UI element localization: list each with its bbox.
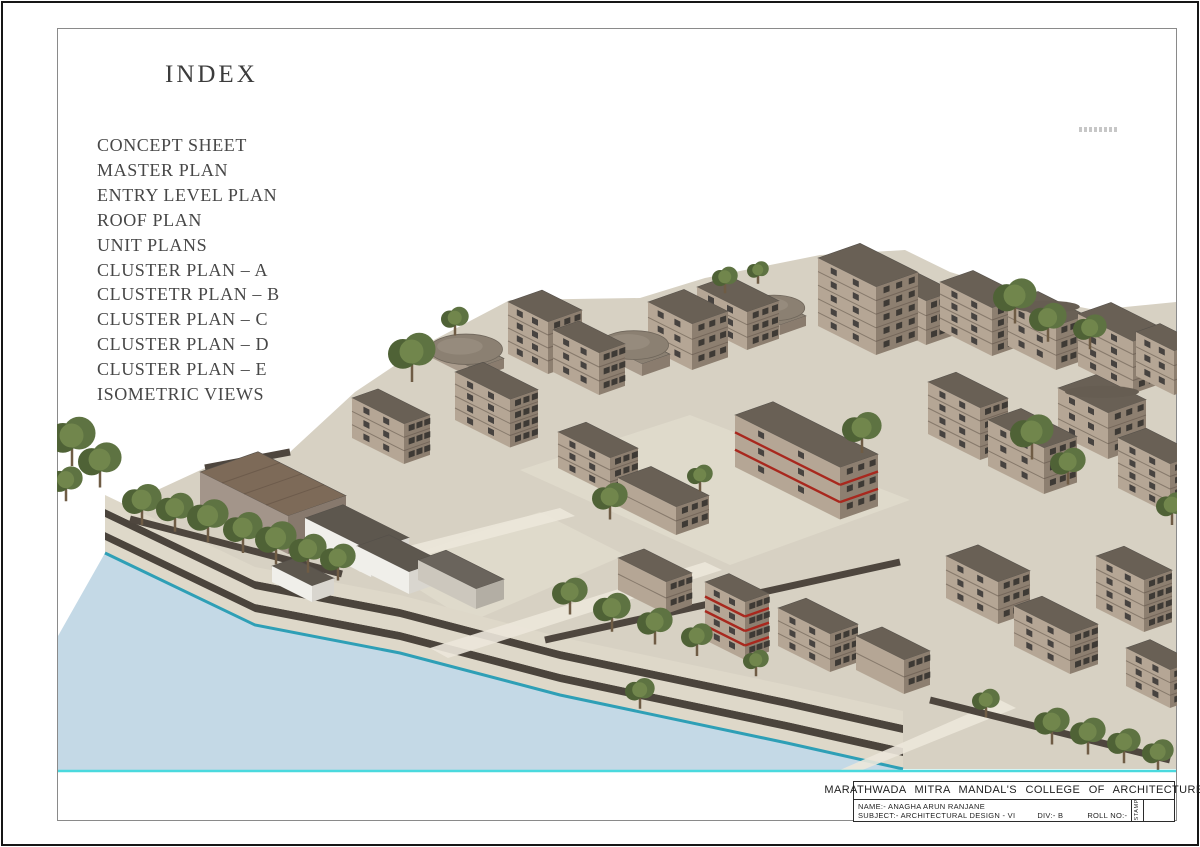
college-name: MARATHWADA MITRA MANDAL'S COLLEGE OF ARC… <box>854 782 1174 800</box>
index-item: CLUSTER PLAN – E <box>97 357 280 382</box>
stamp-label: STAMP <box>1134 799 1140 821</box>
index-item: ROOF PLAN <box>97 208 280 233</box>
title-block: MARATHWADA MITRA MANDAL'S COLLEGE OF ARC… <box>853 781 1175 822</box>
index-title: INDEX <box>165 62 280 88</box>
index-item: CLUSTER PLAN – C <box>97 307 280 332</box>
index-item: UNIT PLANS <box>97 233 280 258</box>
index-list: CONCEPT SHEET MASTER PLAN ENTRY LEVEL PL… <box>97 133 280 407</box>
index-panel: INDEX CONCEPT SHEET MASTER PLAN ENTRY LE… <box>97 62 280 407</box>
index-item: CLUSTETR PLAN – B <box>97 282 280 307</box>
index-item: ISOMETRIC VIEWS <box>97 382 280 407</box>
stamp-empty-cell <box>1143 800 1174 821</box>
index-item: CONCEPT SHEET <box>97 133 280 158</box>
index-item: MASTER PLAN <box>97 158 280 183</box>
name-line: NAME:- ANAGHA ARUN RANJANE <box>858 802 1127 811</box>
title-block-info: NAME:- ANAGHA ARUN RANJANE SUBJECT:- ARC… <box>854 800 1131 821</box>
index-item: ENTRY LEVEL PLAN <box>97 183 280 208</box>
watermark-artifact <box>1079 127 1119 132</box>
subject-row: SUBJECT:- ARCHITECTURAL DESIGN - VI DIV:… <box>858 811 1127 820</box>
architecture-sheet: { "index": { "heading": "INDEX", "items"… <box>0 0 1200 847</box>
index-item: CLUSTER PLAN – A <box>97 258 280 283</box>
subject-line: SUBJECT:- ARCHITECTURAL DESIGN - VI <box>858 811 1015 820</box>
title-block-lower: NAME:- ANAGHA ARUN RANJANE SUBJECT:- ARC… <box>854 800 1174 821</box>
stamp-box: STAMP <box>1131 800 1142 821</box>
roll-label: ROLL NO:- <box>1087 811 1127 820</box>
div-label: DIV:- B <box>1037 811 1063 820</box>
index-item: CLUSTER PLAN – D <box>97 332 280 357</box>
